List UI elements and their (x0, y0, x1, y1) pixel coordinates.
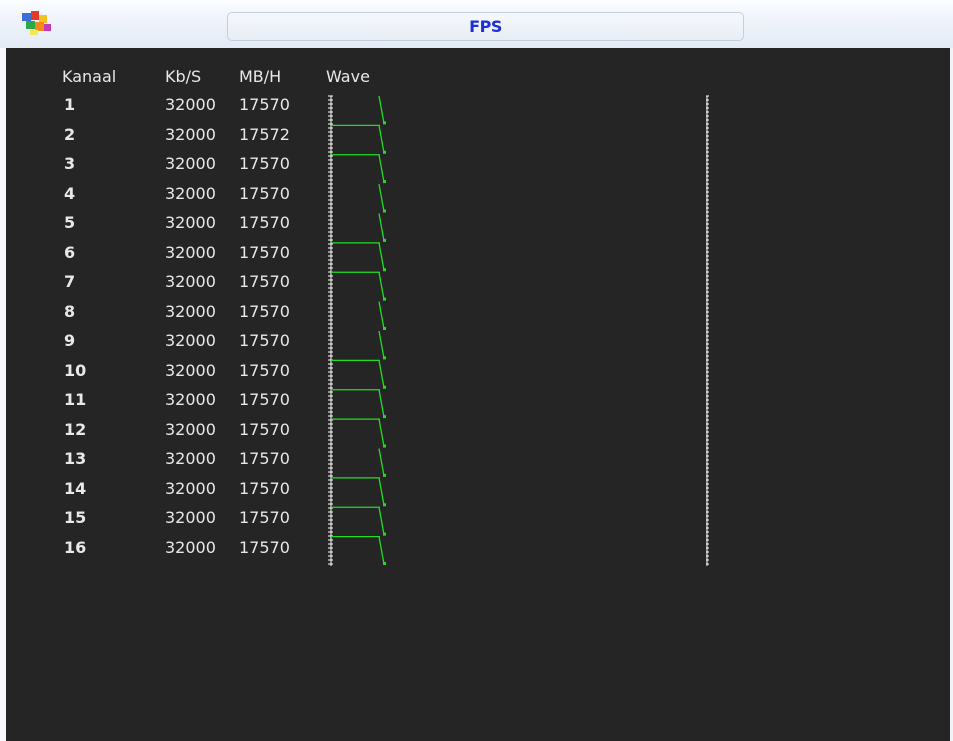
row-mbh: 17570 (239, 184, 290, 203)
row-kbps: 32000 (165, 508, 216, 527)
row-channel: 11 (64, 390, 87, 409)
panel-left-border (0, 48, 6, 741)
row-mbh: 17570 (239, 302, 290, 321)
row-channel: 2 (64, 125, 76, 144)
window-title: FPS (469, 17, 502, 36)
row-kbps: 32000 (165, 154, 216, 173)
row-mbh: 17570 (239, 508, 290, 527)
fps-content-panel (0, 48, 953, 741)
row-kbps: 32000 (165, 272, 216, 291)
row-kbps: 32000 (165, 479, 216, 498)
row-mbh: 17570 (239, 213, 290, 232)
row-channel: 9 (64, 331, 76, 350)
row-channel: 14 (64, 479, 87, 498)
row-mbh: 17570 (239, 479, 290, 498)
row-mbh: 17570 (239, 243, 290, 262)
row-channel: 13 (64, 449, 87, 468)
row-mbh: 17570 (239, 154, 290, 173)
row-kbps: 32000 (165, 213, 216, 232)
row-channel: 1 (64, 95, 76, 114)
row-channel: 15 (64, 508, 87, 527)
row-channel: 10 (64, 361, 87, 380)
app-logo-icon (22, 11, 51, 35)
row-mbh: 17570 (239, 331, 290, 350)
row-channel: 5 (64, 213, 76, 232)
row-channel: 8 (64, 302, 76, 321)
row-mbh: 17570 (239, 538, 290, 557)
fps-window: FPS Kanaal Kb/S MB/H Wave 1 32000 17570 2 32… (0, 0, 953, 741)
row-mbh: 17570 (239, 95, 290, 114)
row-channel: 6 (64, 243, 76, 262)
row-kbps: 32000 (165, 390, 216, 409)
window-title-field: FPS (227, 12, 744, 41)
row-channel: 7 (64, 272, 76, 291)
row-channel: 12 (64, 420, 87, 439)
row-mbh: 17570 (239, 361, 290, 380)
row-mbh: 17570 (239, 272, 290, 291)
row-kbps: 32000 (165, 125, 216, 144)
row-mbh: 17570 (239, 390, 290, 409)
header-mbh: MB/H (239, 67, 282, 86)
row-kbps: 32000 (165, 95, 216, 114)
row-channel: 3 (64, 154, 76, 173)
row-mbh: 17572 (239, 125, 290, 144)
row-kbps: 32000 (165, 302, 216, 321)
row-kbps: 32000 (165, 243, 216, 262)
header-kbps: Kb/S (165, 67, 202, 86)
row-kbps: 32000 (165, 361, 216, 380)
row-kbps: 32000 (165, 420, 216, 439)
row-channel: 4 (64, 184, 76, 203)
title-bar: FPS (0, 0, 953, 49)
header-channel: Kanaal (62, 67, 117, 86)
row-kbps: 32000 (165, 184, 216, 203)
row-kbps: 32000 (165, 331, 216, 350)
row-mbh: 17570 (239, 420, 290, 439)
header-wave: Wave (326, 67, 370, 86)
row-kbps: 32000 (165, 538, 216, 557)
row-kbps: 32000 (165, 449, 216, 468)
row-channel: 16 (64, 538, 87, 557)
row-mbh: 17570 (239, 449, 290, 468)
